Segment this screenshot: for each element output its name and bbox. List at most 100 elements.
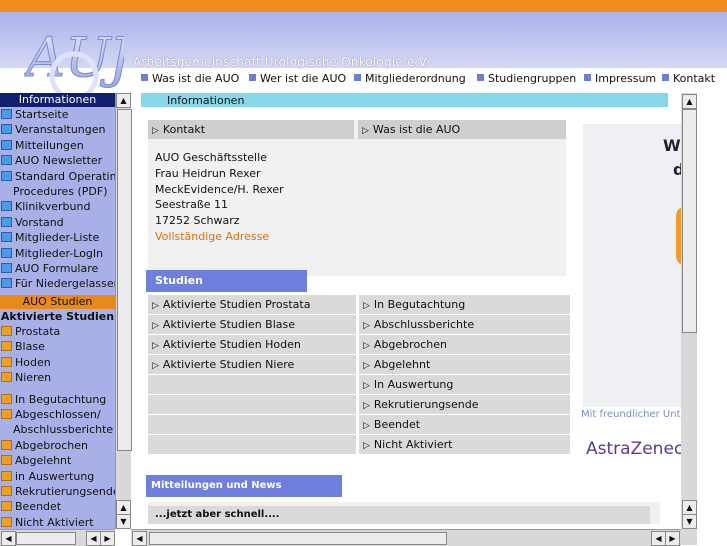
- news-item[interactable]: ...jetzt aber schnell....: [148, 506, 650, 524]
- nav-mitgliederordnung[interactable]: Mitgliederordnung: [354, 72, 466, 85]
- empty-cell: [148, 435, 356, 454]
- page-icon: [1, 155, 12, 166]
- nav-impressum[interactable]: Impressum: [584, 72, 656, 85]
- sidebar-item-hoden[interactable]: Hoden: [0, 355, 115, 370]
- sidebar-subhead-aktivierte: Aktivierte Studien: [0, 309, 115, 323]
- site-title: Arbeitsgemeinschaft Urologische Onkologi…: [133, 55, 430, 69]
- sidebar-item-mitglieder-liste[interactable]: Mitglieder-Liste: [0, 230, 115, 245]
- tab-was-ist-die-auo[interactable]: Was ist die AUO: [358, 120, 566, 139]
- folder-icon: [1, 356, 12, 367]
- nav-was-ist-die-auo[interactable]: Was ist die AUO: [141, 72, 239, 85]
- scroll-up-icon[interactable]: ▲: [116, 500, 131, 515]
- scrollbar-corner: [681, 529, 697, 545]
- sidebar-item-begutachtung[interactable]: In Begutachtung: [0, 392, 115, 407]
- sidebar-item-veranstaltungen[interactable]: Veranstaltungen: [0, 122, 115, 137]
- left-frame: Informationen Startseite Veranstaltungen…: [0, 93, 132, 546]
- scroll-left-icon[interactable]: ◀: [651, 531, 666, 546]
- studien-link[interactable]: Nicht Aktiviert: [359, 435, 570, 454]
- studien-link[interactable]: Aktivierte Studien Prostata: [148, 295, 356, 314]
- sidebar-item-prostata[interactable]: Prostata: [0, 324, 115, 339]
- full-address-link[interactable]: Vollständige Adresse: [155, 229, 284, 245]
- studien-link[interactable]: Aktivierte Studien Niere: [148, 355, 356, 374]
- info-bar: Informationen: [141, 93, 668, 107]
- nav-kontakt[interactable]: Kontakt: [662, 72, 715, 85]
- studien-link[interactable]: In Begutachtung: [359, 295, 570, 314]
- sidebar-item-sop-cont[interactable]: Procedures (PDF): [0, 184, 115, 199]
- main-horizontal-scrollbar[interactable]: ◀ ◀ ▶: [131, 529, 681, 546]
- site-header: AUJ Arbeitsgemeinschaft Urologische Onko…: [0, 12, 727, 100]
- studien-link[interactable]: Rekrutierungsende: [359, 395, 570, 414]
- scroll-thumb[interactable]: [682, 109, 697, 333]
- sidebar-item-nicht-aktiviert[interactable]: Nicht Aktiviert: [0, 515, 115, 529]
- scroll-thumb[interactable]: [16, 532, 76, 545]
- scroll-thumb[interactable]: [149, 532, 447, 545]
- folder-icon: [1, 470, 12, 481]
- scroll-thumb[interactable]: [117, 109, 132, 451]
- sidebar-item-mitglieder-login[interactable]: Mitglieder-LogIn: [0, 246, 115, 261]
- sidebar-item-abgelehnt[interactable]: Abgelehnt: [0, 453, 115, 468]
- scroll-up-icon[interactable]: ▲: [682, 94, 697, 109]
- folder-icon: [1, 341, 12, 352]
- sidebar-item-sop[interactable]: Standard Operating: [0, 169, 115, 184]
- sidebar-item-nieren[interactable]: Nieren: [0, 370, 115, 385]
- studien-link[interactable]: Abgelehnt: [359, 355, 570, 374]
- nav-wer-ist-die-auo[interactable]: Wer ist die AUO: [249, 72, 346, 85]
- scroll-left-icon[interactable]: ◀: [86, 531, 101, 546]
- studien-table: Aktivierte Studien ProstataIn Begutachtu…: [148, 295, 570, 455]
- sidebar-horizontal-scrollbar[interactable]: ◀ ◀ ▶: [0, 529, 115, 546]
- scroll-up-icon[interactable]: ▲: [116, 93, 131, 108]
- folder-icon: [1, 501, 12, 512]
- folder-icon: [1, 393, 12, 404]
- sponsor-ad[interactable]: Wi d: [583, 124, 681, 407]
- empty-cell: [148, 375, 356, 394]
- top-navigation: Was ist die AUO Wer ist die AUO Mitglied…: [141, 72, 727, 88]
- sidebar-item-blase[interactable]: Blase: [0, 339, 115, 354]
- nav-studiengruppen[interactable]: Studiengruppen: [477, 72, 576, 85]
- sidebar-item-klinikverbund[interactable]: Klinikverbund: [0, 199, 115, 214]
- sidebar-item-mitteilungen[interactable]: Mitteilungen: [0, 138, 115, 153]
- sidebar-item-beendet[interactable]: Beendet: [0, 499, 115, 514]
- main-vertical-scrollbar[interactable]: ▲ ▲ ▼: [681, 93, 697, 529]
- sidebar-item-abgeschlossen[interactable]: Abgeschlossen/: [0, 407, 115, 422]
- empty-cell: [148, 415, 356, 434]
- studien-link[interactable]: Beendet: [359, 415, 570, 434]
- tab-kontakt[interactable]: Kontakt: [148, 120, 354, 139]
- table-row: Beendet: [148, 415, 570, 434]
- page-icon: [1, 216, 12, 227]
- news-list: ...jetzt aber schnell....: [148, 502, 660, 524]
- table-row: Nicht Aktiviert: [148, 435, 570, 454]
- news-heading: Mitteilungen und News: [146, 475, 342, 497]
- empty-cell: [148, 395, 356, 414]
- studien-link[interactable]: Abgebrochen: [359, 335, 570, 354]
- folder-icon: [1, 516, 12, 527]
- sidebar-item-startseite[interactable]: Startseite: [0, 107, 115, 122]
- scroll-up-icon[interactable]: ▲: [682, 500, 697, 515]
- scroll-right-icon[interactable]: ▶: [100, 531, 115, 546]
- sidebar-item-auswertung[interactable]: in Auswertung: [0, 469, 115, 484]
- sidebar-item-abgebrochen[interactable]: Abgebrochen: [0, 438, 115, 453]
- info-label: Informationen: [167, 94, 245, 107]
- scroll-left-icon[interactable]: ◀: [1, 531, 16, 546]
- sidebar-item-niedergelassene[interactable]: Für Niedergelassene: [0, 276, 115, 291]
- sidebar-vertical-scrollbar[interactable]: ▲ ▲ ▼: [115, 93, 132, 529]
- studien-link[interactable]: In Auswertung: [359, 375, 570, 394]
- folder-icon: [1, 485, 12, 496]
- sidebar-item-formulare[interactable]: AUO Formulare: [0, 261, 115, 276]
- sidebar-item-vorstand[interactable]: Vorstand: [0, 215, 115, 230]
- scroll-down-icon[interactable]: ▼: [682, 514, 697, 529]
- sidebar-item-newsletter[interactable]: AUO Newsletter: [0, 153, 115, 168]
- auo-logo[interactable]: AUJ: [24, 28, 124, 100]
- scroll-left-icon[interactable]: ◀: [132, 531, 147, 546]
- page-icon: [1, 201, 12, 212]
- scroll-right-icon[interactable]: ▶: [665, 531, 680, 546]
- ad-brand[interactable]: AstraZeneca: [586, 439, 681, 459]
- scroll-down-icon[interactable]: ▼: [116, 514, 131, 529]
- table-row: In Auswertung: [148, 375, 570, 394]
- studien-link[interactable]: Aktivierte Studien Hoden: [148, 335, 356, 354]
- sidebar-item-abschlussberichte[interactable]: Abschlussberichte: [0, 422, 115, 437]
- studien-link[interactable]: Abschlussberichte: [359, 315, 570, 334]
- studien-link[interactable]: Aktivierte Studien Blase: [148, 315, 356, 334]
- page-icon: [1, 262, 12, 273]
- sidebar-section-studien: AUO Studien: [0, 294, 115, 309]
- sidebar-item-rekrutierungsende[interactable]: Rekrutierungsende: [0, 484, 115, 499]
